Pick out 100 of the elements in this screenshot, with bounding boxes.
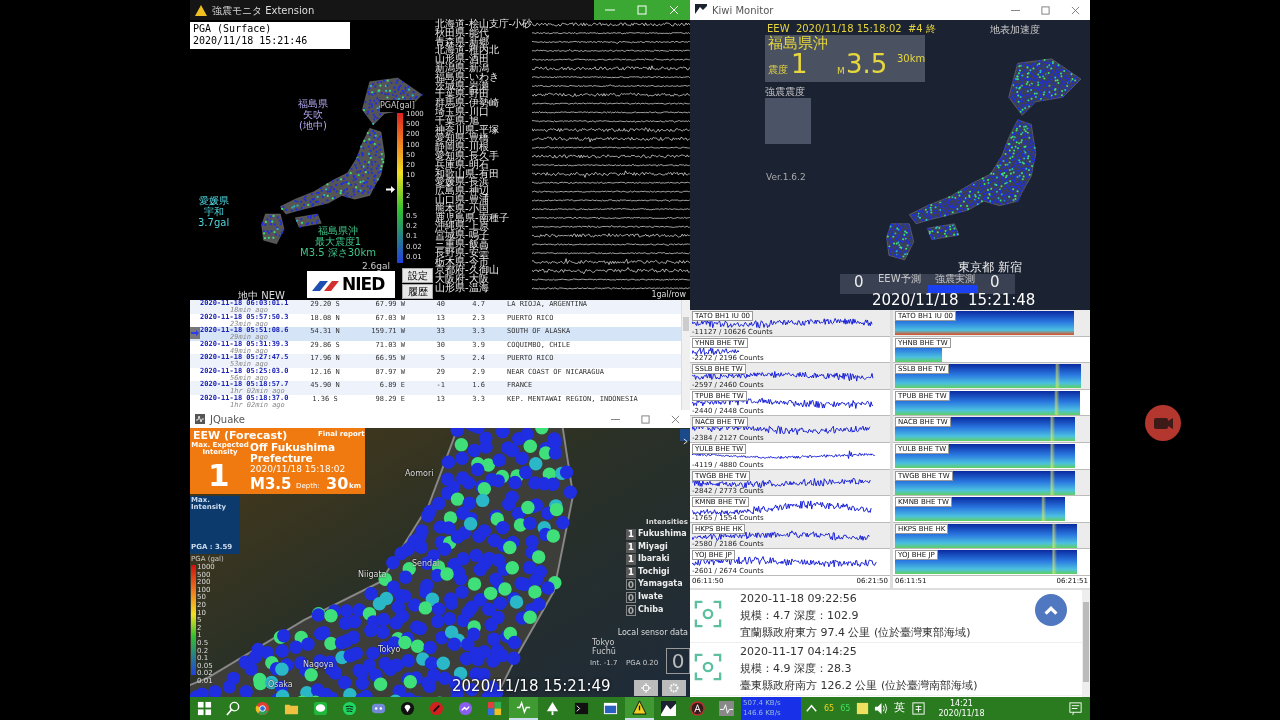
scroll-up-button[interactable] — [1035, 594, 1067, 626]
map-label: 愛媛県 宇和 3.7gal — [198, 195, 230, 228]
city-label: Aomori — [405, 468, 434, 480]
quake-time: 2020-11-17 04:14:25 — [740, 644, 858, 660]
chevron-right-icon — [682, 438, 688, 445]
eew-heading: EEW (Forecast) — [193, 430, 288, 442]
measured-value: 0 — [990, 275, 1000, 291]
map-label: 福島県沖 最大震度1 M3.5 深さ30km — [300, 225, 376, 258]
quake-location: 臺東縣政府南方 126.2 公里 (位於臺灣南部海域) — [740, 678, 978, 694]
forecast-value: 0 — [854, 275, 864, 291]
station-name: 千葉県-旭 — [435, 116, 479, 126]
quake-time: 2020-11-18 09:22:56 — [740, 591, 858, 607]
intensity-value: 1 — [208, 459, 230, 492]
station-name: 宮城県-鳴子 — [435, 231, 490, 240]
window-title: JQuake — [210, 412, 245, 427]
forecast-label: EEW予測 — [878, 274, 921, 285]
scale-title: PGA[gal] — [380, 100, 415, 112]
maximize-icon — [637, 5, 647, 15]
close-icon — [670, 414, 680, 424]
logo-text: NIED — [342, 272, 385, 296]
region-name: Off Fukushima Prefecture — [250, 442, 337, 465]
station-name: 群馬県-伊勢崎 — [435, 99, 500, 108]
location-label: 東京都 新宿 — [958, 261, 1022, 274]
station-name: 兵庫県-明石 — [435, 160, 489, 170]
station-name: 福島県-いわき — [435, 72, 500, 82]
station-name: 大阪府-大阪 — [435, 275, 489, 284]
window-title: 強震モニタ Extension — [212, 3, 315, 18]
row-scale-label: 1gal/row — [651, 290, 686, 299]
wave-icon — [195, 414, 205, 424]
intensity-value: 1 — [791, 51, 808, 79]
intensity-badge: 0 — [626, 592, 636, 603]
warning-icon — [195, 4, 207, 16]
history-button[interactable]: 履歴 — [402, 284, 433, 299]
prefecture-name: Chiba — [638, 605, 664, 614]
sensor-value: 0 — [666, 648, 690, 674]
quake-scale: 規模：4.9 深度：28.3 — [740, 661, 853, 677]
station-name: 鹿児島県-南種子 — [435, 213, 510, 223]
intensity-badge: 0 — [626, 604, 636, 616]
city-label: Sendai — [412, 558, 440, 570]
station-name: 愛知県-長久手 — [435, 151, 500, 161]
quake-location: 宜蘭縣政府東方 97.4 公里 (位於臺灣東部海域) — [740, 625, 971, 641]
close-icon — [1070, 5, 1080, 15]
station-name: 熊本県-小国 — [435, 204, 489, 214]
warning-icon[interactable] — [625, 697, 654, 720]
settings-button[interactable]: 設定 — [402, 268, 433, 283]
station-name: 山形県-温海 — [435, 283, 490, 293]
scale-reading: 2.6gal — [362, 260, 391, 273]
window-title: Kiwi Monitor — [712, 3, 774, 18]
pga-time: 2020/11/18 15:21:46 — [193, 35, 309, 47]
camera-icon[interactable] — [1145, 405, 1181, 441]
station-name: 山形県-酒田 — [435, 55, 489, 64]
intensity-badge: 0 — [626, 579, 636, 591]
magnitude-label: M — [837, 67, 845, 77]
arrow-icon — [190, 327, 200, 339]
wave-icon[interactable] — [509, 697, 538, 720]
pga-title: PGA (Surface) — [193, 23, 273, 35]
intensity-badge: 1 — [626, 554, 636, 566]
station-name: 埼玉県-川口 — [435, 107, 489, 117]
sensor-subplace: Fuchū — [592, 648, 616, 657]
station-name: 山口県-豊浦 — [435, 195, 490, 205]
tray-value: 65 — [839, 702, 852, 715]
prefecture-name: Fukushima — [638, 530, 687, 539]
clock-date: 2020/11/18 — [938, 708, 985, 719]
city-label: Tokyo — [378, 644, 401, 656]
map-label: 福島県 矢吹 (地中) — [298, 98, 328, 131]
clock-time: 14:21 — [948, 698, 974, 709]
intensity-badge: 1 — [626, 566, 636, 578]
depth-value: 30 — [326, 476, 349, 493]
prefecture-name: Tochigi — [638, 567, 670, 577]
eew-line: EEW 2020/11/18 15:18:02 #4 終 — [767, 24, 936, 35]
measured-label: 強震実測 — [935, 274, 975, 285]
ime-indicator[interactable]: 英 — [891, 700, 909, 717]
crosshair-icon — [641, 683, 651, 693]
station-name: 三重県-飯高 — [435, 239, 490, 249]
clock-button[interactable]: 14:21 2020/11/18 — [932, 698, 991, 719]
prefecture-name: Ibaraki — [638, 555, 670, 564]
intensity-badge: 1 — [626, 541, 636, 553]
prefecture-name: Yamagata — [638, 580, 683, 589]
region-name: 福島県沖 — [768, 36, 828, 52]
station-name: 新潟県-新潟 — [435, 64, 490, 73]
sensor-place: Tokyo — [592, 639, 615, 648]
station-name: 広島県-神辺 — [435, 187, 490, 196]
prefecture-name: Iwate — [638, 593, 663, 602]
station-name: 茨城県-岩瀬 — [435, 81, 489, 91]
station-name: 長野県-安曇 — [435, 248, 490, 258]
magnitude-value: 3.5 — [846, 51, 888, 79]
waveform-drawing — [692, 346, 740, 356]
version-label: Ver.1.6.2 — [766, 173, 806, 183]
intensity-badge: 1 — [626, 529, 636, 540]
arrow-icon — [386, 186, 395, 193]
station-name: 秋田県-能代 — [435, 28, 489, 38]
mode-label: 地中 NEW — [238, 289, 285, 300]
measured-bar — [928, 285, 978, 293]
intensity-label: 震度 — [768, 65, 788, 76]
tray-value: 65 — [823, 702, 836, 715]
layer-label: 地表加速度 — [990, 25, 1040, 36]
intensity-square — [765, 98, 811, 144]
magnitude: M3.5 — [250, 477, 292, 493]
maximize-icon — [640, 414, 650, 424]
station-name: 静岡県-川根 — [435, 143, 489, 152]
